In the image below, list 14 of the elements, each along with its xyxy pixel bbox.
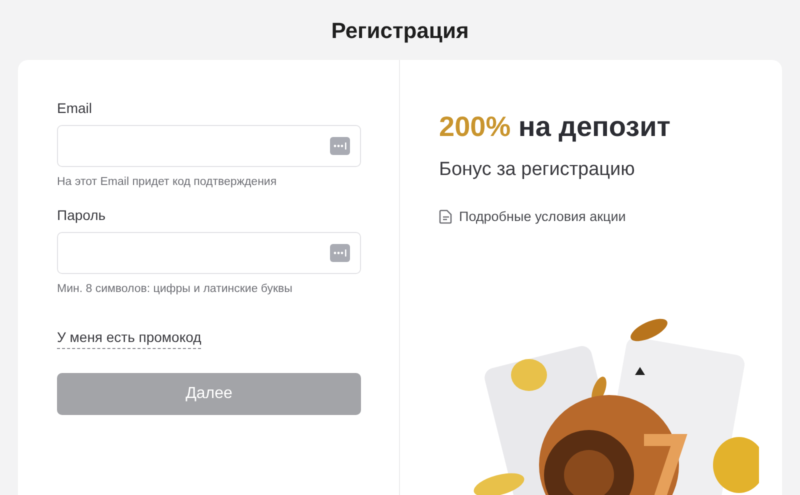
- promo-subtitle: Бонус за регистрацию: [439, 158, 636, 182]
- promo-headline: 200% на депозит: [439, 110, 672, 144]
- page-title: Регистрация: [331, 17, 469, 45]
- password-manager-icon[interactable]: [330, 244, 350, 262]
- input-field[interactable]: [57, 125, 361, 167]
- field-label: Пароль: [57, 206, 107, 226]
- password-manager-icon[interactable]: [330, 137, 350, 155]
- promo-code-link[interactable]: У меня есть промокод: [57, 326, 202, 348]
- field-hint: Мин. 8 символов: цифры и латинские буквы: [57, 282, 294, 298]
- field-label: Email: [57, 99, 94, 118]
- input-field[interactable]: [57, 232, 361, 274]
- terms-link[interactable]: Подробные условия акции: [459, 206, 626, 227]
- field-hint: На этот Email придет код подтверждения: [57, 175, 278, 190]
- document-icon: [439, 209, 453, 224]
